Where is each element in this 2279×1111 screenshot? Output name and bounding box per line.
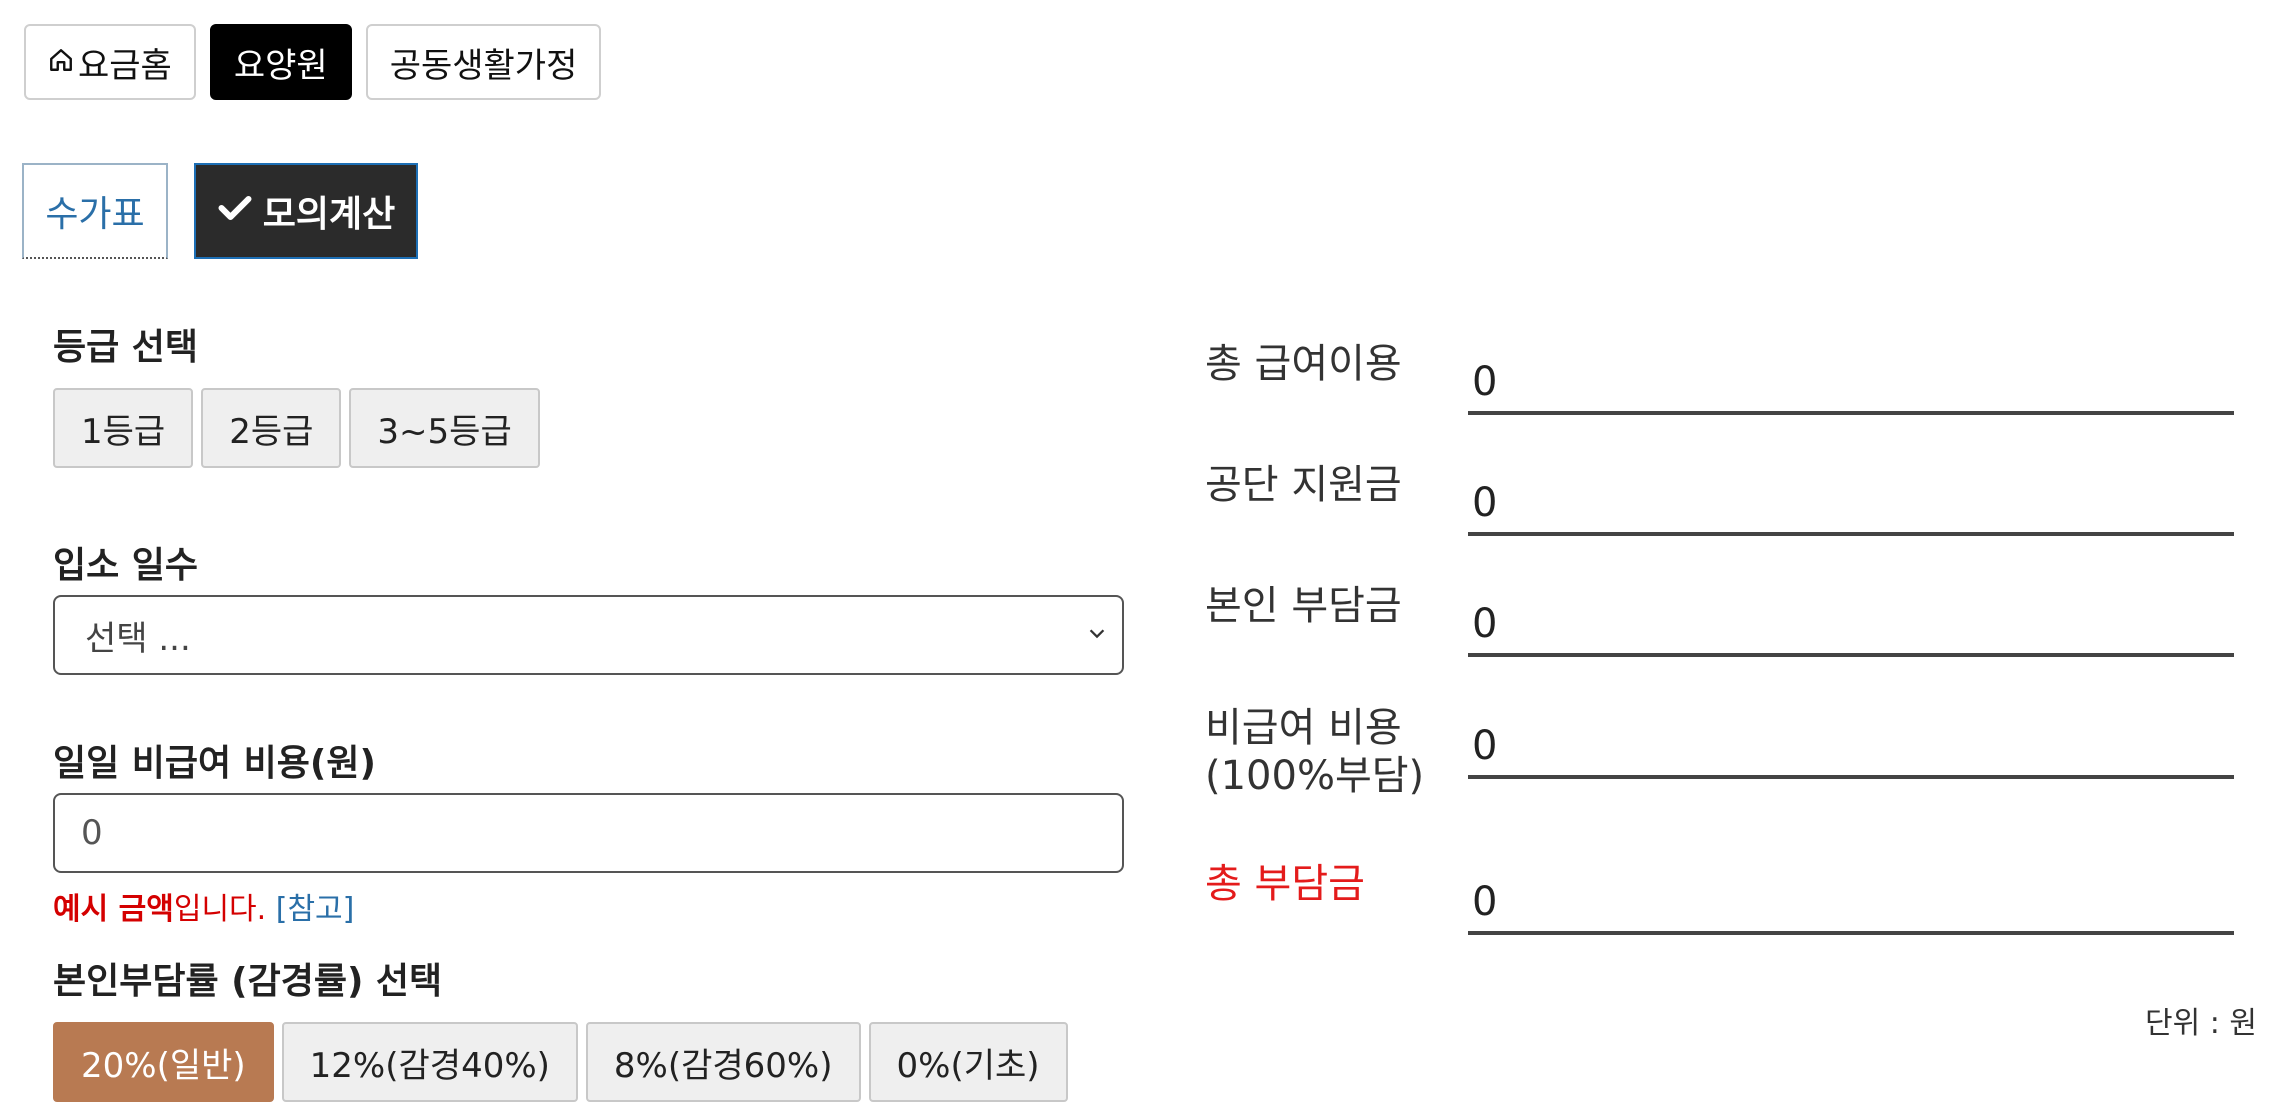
nav-fee-home[interactable]: 요금홈 [24,24,196,100]
total-pay-label: 총 부담금 [1205,861,1365,907]
rate-12-button[interactable]: 12%(감경40%) [281,1022,578,1102]
grade-button-group: 1등급 2등급 3~5등급 [53,388,540,468]
tab-simulation[interactable]: 모의계산 [194,163,418,259]
rate-button-group: 20%(일반) 12%(감경40%) 8%(감경60%) 0%(기초) [53,1022,1068,1102]
home-icon [48,42,74,82]
grade-1-button[interactable]: 1등급 [53,388,194,468]
reference-link[interactable]: [참고] [276,892,355,927]
days-select[interactable]: 선택 ... [53,595,1124,675]
chevron-down-icon [1086,621,1108,651]
noncovered-input[interactable]: 0 [53,793,1124,873]
noncovered-result-value: 0 [1468,719,2234,779]
nav-fee-home-label: 요금홈 [78,45,172,86]
gov-support-value: 0 [1468,476,2234,536]
example-note-text: 입니다. [173,892,276,927]
check-icon [217,191,253,232]
self-pay-value: 0 [1468,597,2234,657]
tab-simulation-label: 모의계산 [262,194,396,235]
gov-support-label: 공단 지원금 [1205,462,1402,508]
noncovered-label: 일일 비급여 비용(원) [53,743,376,784]
top-nav: 요금홈 요양원 공동생활가정 [24,24,602,100]
rate-label: 본인부담률 (감경률) 선택 [53,961,443,1002]
total-benefit-value: 0 [1468,355,2234,415]
grade-2-button[interactable]: 2등급 [201,388,342,468]
tab-fee-table[interactable]: 수가표 [22,163,168,259]
days-select-value: 선택 ... [85,618,191,659]
unit-text: 단위 : 원 [2145,1006,2257,1041]
noncovered-result-label-line1: 비급여 비용 [1205,705,1402,751]
rate-8-button[interactable]: 8%(감경60%) [585,1022,861,1102]
rate-20-button[interactable]: 20%(일반) [53,1022,274,1102]
total-benefit-label: 총 급여이용 [1205,341,1402,387]
rate-0-button[interactable]: 0%(기초) [868,1022,1068,1102]
nav-nursing-home[interactable]: 요양원 [209,24,352,100]
example-note: 예시 금액입니다. [참고] [53,884,354,928]
noncovered-result-label: 비급여 비용 (100%부담) [1205,704,1424,800]
days-label: 입소 일수 [53,545,199,586]
nav-group-home[interactable]: 공동생활가정 [365,24,602,100]
self-pay-label: 본인 부담금 [1205,583,1402,629]
example-note-bold: 예시 금액 [53,892,174,927]
grade-3-5-button[interactable]: 3~5등급 [349,388,540,468]
grade-label: 등급 선택 [53,327,199,368]
noncovered-result-label-line2: (100%부담) [1205,753,1425,799]
total-pay-value: 0 [1468,875,2234,935]
